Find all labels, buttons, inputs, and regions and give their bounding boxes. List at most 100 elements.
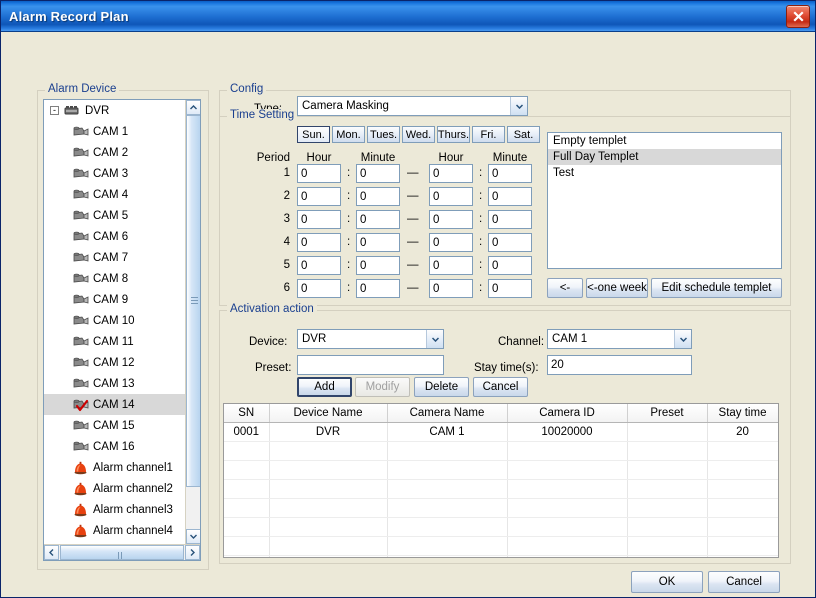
period-3-end-hour[interactable] [429, 210, 473, 229]
tree-node-camera[interactable]: CAM 1 [44, 121, 185, 142]
tree-scroll-right-button[interactable] [185, 545, 200, 560]
device-combobox-arrow[interactable] [426, 330, 443, 348]
tree-node-camera[interactable]: CAM 14 [44, 394, 185, 415]
device-combobox[interactable]: DVR [297, 329, 444, 349]
table-row-empty[interactable] [224, 536, 778, 556]
period-4-start-hour[interactable] [297, 233, 341, 252]
tree-vertical-scrollbar[interactable] [185, 100, 200, 544]
weekday-button-mon[interactable]: Mon. [332, 126, 365, 143]
schedule-templet-list[interactable]: Empty templet Full Day Templet Test [547, 132, 782, 269]
table-column-header[interactable]: Device Name [269, 404, 388, 423]
delete-button[interactable]: Delete [414, 377, 469, 397]
chevron-left-icon [49, 549, 54, 556]
tree-node-camera[interactable]: CAM 13 [44, 373, 185, 394]
stay-time-input[interactable] [547, 355, 692, 375]
channel-combobox[interactable]: CAM 1 [547, 329, 692, 349]
templet-list-item[interactable]: Test [548, 165, 781, 181]
period-5-end-hour[interactable] [429, 256, 473, 275]
tree-hscrollbar-thumb[interactable] [60, 545, 184, 560]
tree-node-camera[interactable]: CAM 10 [44, 310, 185, 331]
table-row-empty[interactable] [224, 460, 778, 480]
tree-node-camera[interactable]: CAM 16 [44, 436, 185, 457]
period-6-start-hour[interactable] [297, 279, 341, 298]
tree-horizontal-scrollbar[interactable] [44, 544, 200, 560]
table-column-header[interactable]: Camera ID [507, 404, 628, 423]
period-2-end-minute[interactable] [488, 187, 532, 206]
period-6-start-minute[interactable] [356, 279, 400, 298]
weekday-button-sat[interactable]: Sat. [507, 126, 540, 143]
table-row-empty[interactable] [224, 441, 778, 461]
tree-node-dvr[interactable]: - DVR [44, 100, 185, 121]
preset-input[interactable] [297, 355, 444, 375]
period-1-start-hour[interactable] [297, 164, 341, 183]
tree-node-camera[interactable]: CAM 3 [44, 163, 185, 184]
table-column-header[interactable]: SN [224, 404, 270, 423]
tree-node-camera[interactable]: CAM 8 [44, 268, 185, 289]
weekday-button-wed[interactable]: Wed. [402, 126, 435, 143]
tree-node-alarm-channel[interactable]: Alarm channel3 [44, 499, 185, 520]
period-2-start-hour[interactable] [297, 187, 341, 206]
tree-node-camera[interactable]: CAM 12 [44, 352, 185, 373]
type-combobox[interactable]: Camera Masking [297, 96, 528, 116]
table-column-header[interactable]: Camera Name [387, 404, 508, 423]
type-combobox-arrow[interactable] [510, 97, 527, 115]
tree-node-alarm-channel[interactable]: Alarm channel2 [44, 478, 185, 499]
period-4-end-minute[interactable] [488, 233, 532, 252]
period-6-end-hour[interactable] [429, 279, 473, 298]
activation-grid[interactable]: SN Device Name Camera Name Camera ID Preset S… [223, 403, 779, 558]
apply-templet-button[interactable]: <- [547, 278, 583, 298]
tree-scrollbar-thumb[interactable] [186, 115, 200, 487]
period-5-start-hour[interactable] [297, 256, 341, 275]
period-6-end-minute[interactable] [488, 279, 532, 298]
tree-node-alarm-channel[interactable]: Alarm channel4 [44, 520, 185, 541]
channel-combobox-arrow[interactable] [674, 330, 691, 348]
period-5-end-minute[interactable] [488, 256, 532, 275]
table-column-header[interactable]: Stay time [707, 404, 778, 423]
table-row-empty[interactable] [224, 555, 778, 557]
tree-scroll-left-button[interactable] [44, 545, 59, 560]
weekday-button-sun[interactable]: Sun. [297, 126, 330, 143]
period-1-end-hour[interactable] [429, 164, 473, 183]
expander-icon[interactable]: - [50, 106, 59, 115]
tree-node-camera[interactable]: CAM 15 [44, 415, 185, 436]
tree-node-camera[interactable]: CAM 4 [44, 184, 185, 205]
period-3-start-hour[interactable] [297, 210, 341, 229]
tree-scroll-up-button[interactable] [186, 100, 200, 115]
templet-list-item[interactable]: Full Day Templet [548, 149, 781, 165]
tree-scroll-down-button[interactable] [186, 529, 200, 544]
cancel-button[interactable]: Cancel [708, 571, 780, 593]
tree-node-camera[interactable]: CAM 2 [44, 142, 185, 163]
tree-node-camera[interactable]: CAM 9 [44, 289, 185, 310]
weekday-button-thurs[interactable]: Thurs. [437, 126, 470, 143]
templet-list-item[interactable]: Empty templet [548, 133, 781, 149]
table-column-header[interactable]: Preset [627, 404, 708, 423]
table-row-empty[interactable] [224, 479, 778, 499]
period-3-start-minute[interactable] [356, 210, 400, 229]
period-2-end-hour[interactable] [429, 187, 473, 206]
cancel-action-button[interactable]: Cancel [473, 377, 528, 397]
period-3-end-minute[interactable] [488, 210, 532, 229]
tree-node-alarm-channel[interactable]: Alarm channel1 [44, 457, 185, 478]
period-4-end-hour[interactable] [429, 233, 473, 252]
ok-button[interactable]: OK [631, 571, 703, 593]
period-1-start-minute[interactable] [356, 164, 400, 183]
add-button[interactable]: Add [297, 377, 352, 397]
tree-node-camera[interactable]: CAM 11 [44, 331, 185, 352]
weekday-button-tues[interactable]: Tues. [367, 126, 400, 143]
table-cell [224, 479, 270, 499]
edit-schedule-templet-button[interactable]: Edit schedule templet [651, 278, 782, 298]
table-row-empty[interactable] [224, 498, 778, 518]
apply-one-week-button[interactable]: <-one week [586, 278, 648, 298]
table-row-empty[interactable] [224, 517, 778, 537]
period-1-end-minute[interactable] [488, 164, 532, 183]
alarm-device-tree[interactable]: - DVR CAM 1 CAM 2 CAM 3 CAM 4 CAM 5 CAM … [43, 99, 201, 561]
period-2-start-minute[interactable] [356, 187, 400, 206]
close-button[interactable] [786, 5, 810, 28]
weekday-button-fri[interactable]: Fri. [472, 126, 505, 143]
table-row[interactable]: 0001 DVR CAM 1 10020000 20 [224, 422, 778, 442]
period-4-start-minute[interactable] [356, 233, 400, 252]
tree-node-camera[interactable]: CAM 6 [44, 226, 185, 247]
tree-node-camera[interactable]: CAM 5 [44, 205, 185, 226]
period-5-start-minute[interactable] [356, 256, 400, 275]
tree-node-camera[interactable]: CAM 7 [44, 247, 185, 268]
